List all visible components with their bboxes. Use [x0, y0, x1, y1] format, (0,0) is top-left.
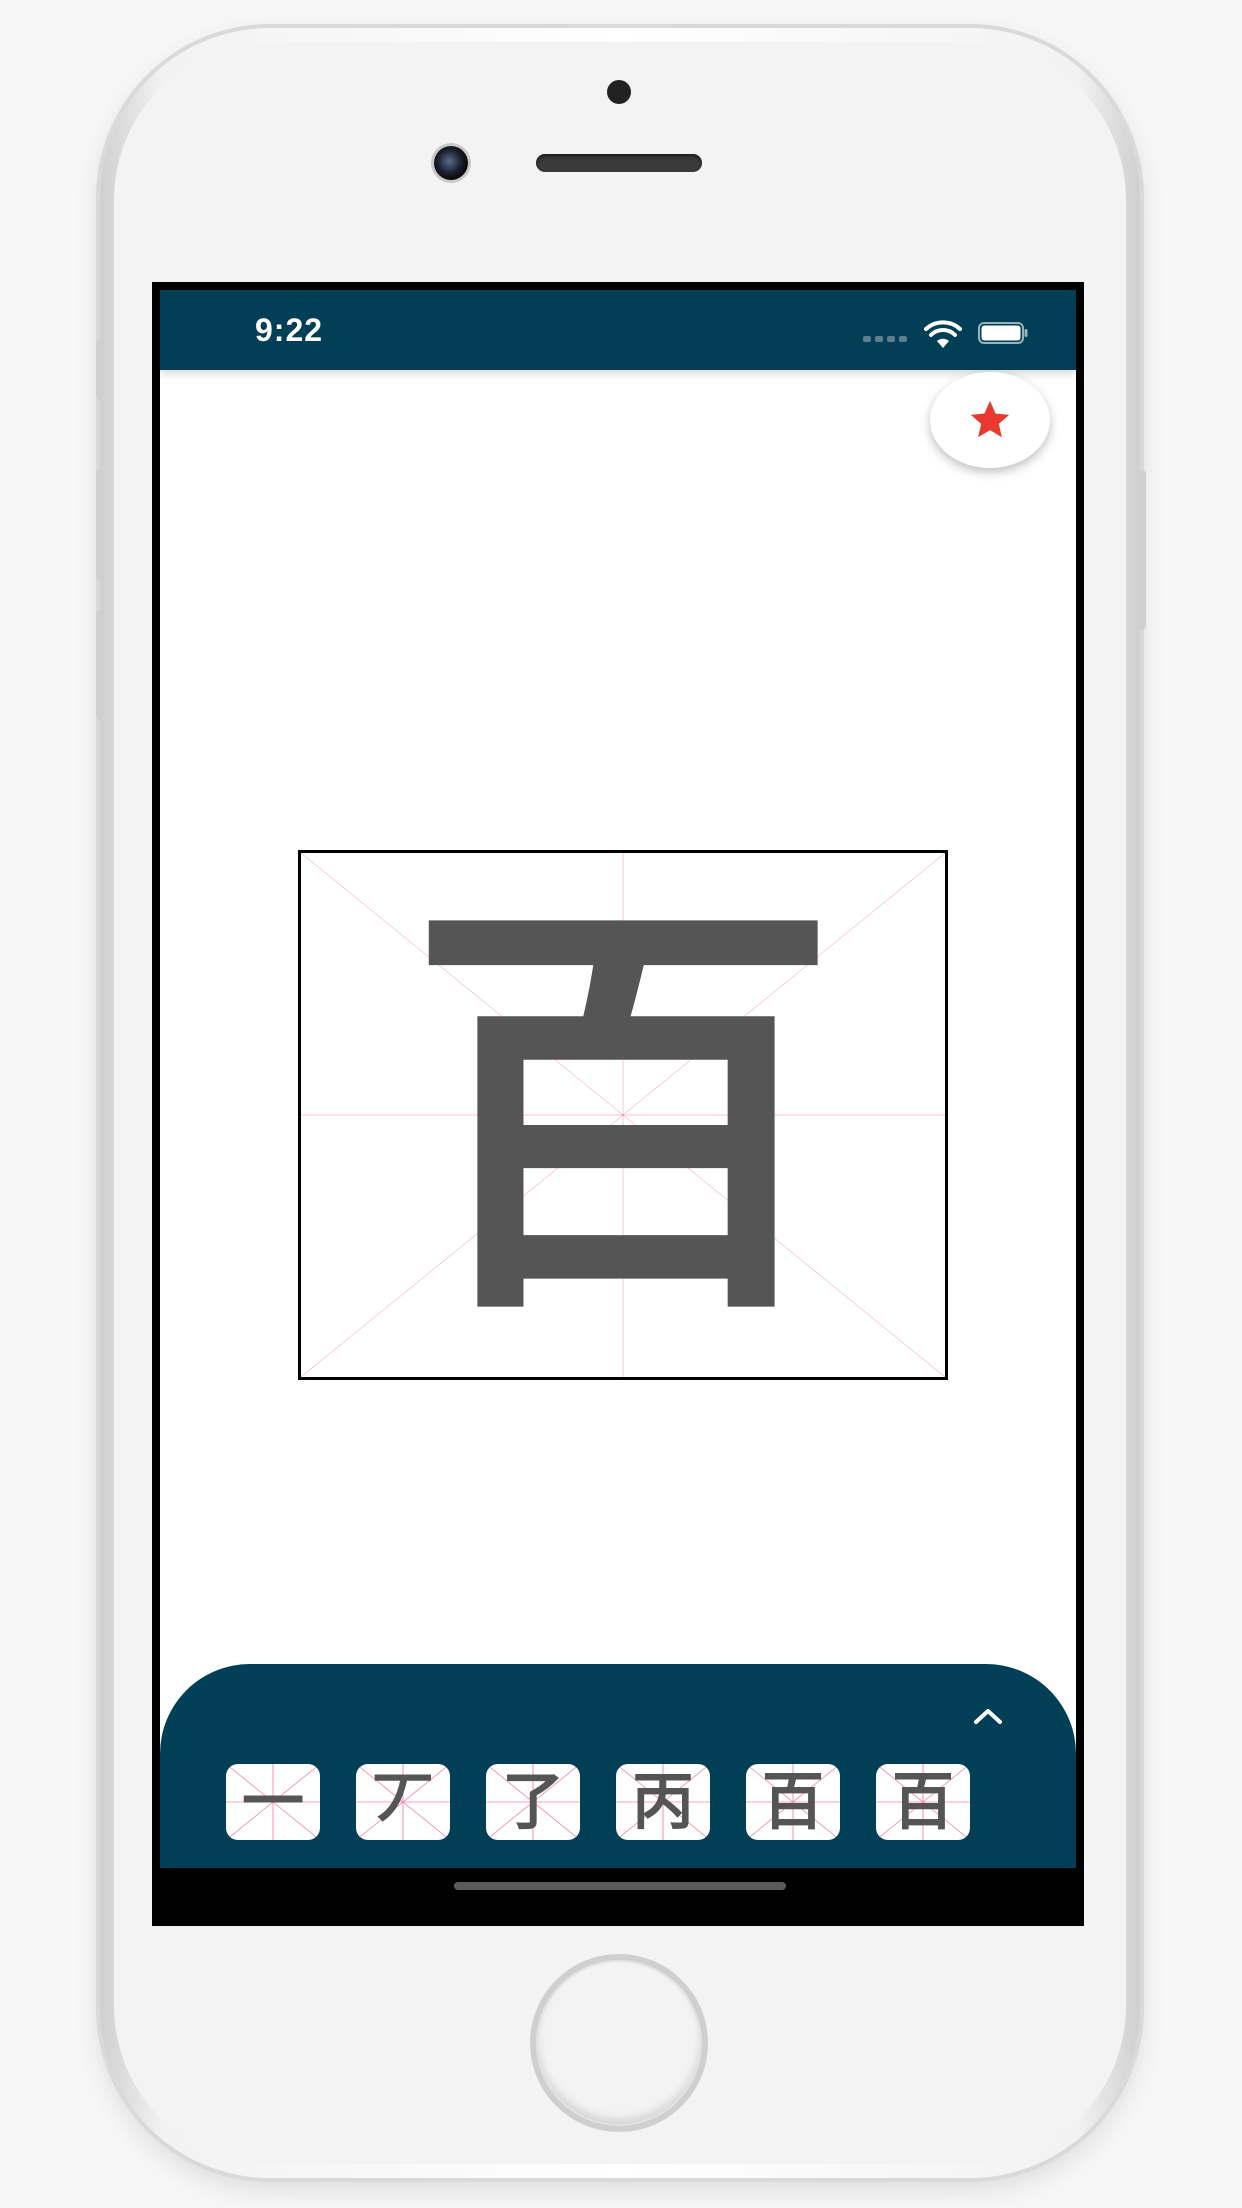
- volume-down-button: [96, 610, 104, 720]
- stroke-step-glyph: 一: [241, 1765, 304, 1838]
- proximity-sensor: [607, 80, 631, 104]
- stroke-step-1[interactable]: 一: [226, 1764, 320, 1840]
- stroke-step-3[interactable]: 了: [486, 1764, 580, 1840]
- stroke-step-5[interactable]: 百: [746, 1764, 840, 1840]
- stroke-order-panel: 一 丆 了 丙 百 百: [160, 1664, 1076, 1868]
- mute-switch: [96, 340, 104, 400]
- character-glyph: 百: [408, 862, 838, 1367]
- stroke-step-glyph: 丙: [631, 1765, 694, 1838]
- home-indicator[interactable]: [454, 1882, 786, 1890]
- power-button: [1138, 470, 1146, 630]
- status-bar: 9:22: [160, 290, 1076, 370]
- status-time: 9:22: [255, 312, 324, 348]
- home-button[interactable]: [536, 1960, 702, 2126]
- stroke-step-glyph: 了: [501, 1765, 564, 1838]
- stroke-step-list: 一 丆 了 丙 百 百: [226, 1764, 970, 1840]
- stroke-step-4[interactable]: 丙: [616, 1764, 710, 1840]
- volume-up-button: [96, 470, 104, 580]
- stroke-step-glyph: 百: [891, 1765, 954, 1838]
- star-icon: [970, 400, 1010, 438]
- character-grid[interactable]: 百: [298, 850, 948, 1380]
- earpiece-speaker: [536, 154, 702, 172]
- chevron-up-icon[interactable]: [970, 1704, 1006, 1728]
- stroke-step-2[interactable]: 丆: [356, 1764, 450, 1840]
- front-camera: [434, 146, 468, 180]
- wifi-icon: [924, 320, 962, 348]
- cellular-signal-icon: [863, 336, 907, 342]
- stroke-step-6[interactable]: 百: [876, 1764, 970, 1840]
- favorite-button[interactable]: [930, 372, 1050, 468]
- screen: 9:22 百 一 丆 了 丙 百 百: [152, 282, 1084, 1926]
- app-view: 9:22 百 一 丆 了 丙 百 百: [160, 290, 1076, 1868]
- stroke-step-glyph: 丆: [371, 1765, 434, 1838]
- stroke-step-glyph: 百: [761, 1765, 824, 1838]
- battery-icon: [978, 322, 1028, 344]
